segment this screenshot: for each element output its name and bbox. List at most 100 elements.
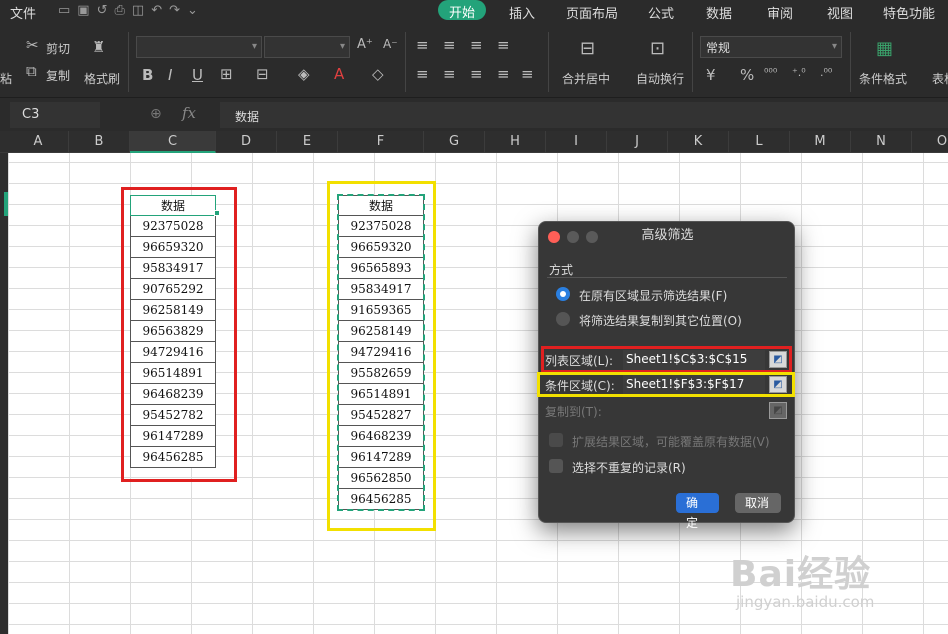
align-center-icon[interactable]: ≡ bbox=[443, 65, 456, 83]
baidu-watermark: Bai经验 jingyan.baidu.com bbox=[730, 545, 874, 611]
unique-records-checkbox[interactable] bbox=[549, 459, 563, 473]
align-top-icon[interactable]: ≡ bbox=[416, 36, 429, 54]
number-format-select[interactable]: 常规 ▾ bbox=[700, 36, 842, 58]
column-header-i[interactable]: I bbox=[546, 131, 607, 153]
orientation-icon[interactable]: ≡ bbox=[497, 36, 510, 54]
column-header-g[interactable]: G bbox=[424, 131, 485, 153]
column-header-n[interactable]: N bbox=[851, 131, 912, 153]
tab-special[interactable]: 特色功能 bbox=[883, 3, 935, 22]
font-color-icon[interactable]: A bbox=[334, 65, 344, 83]
italic-icon[interactable]: I bbox=[168, 66, 172, 84]
bold-icon[interactable]: B bbox=[142, 66, 153, 84]
column-header-m[interactable]: M bbox=[790, 131, 851, 153]
tab-review[interactable]: 审阅 bbox=[767, 3, 793, 22]
unique-records-label[interactable]: 选择不重复的记录(R) bbox=[572, 459, 686, 476]
ribbon-divider bbox=[850, 32, 851, 92]
table-style-button[interactable]: 表格 bbox=[932, 70, 948, 87]
increase-decimal-icon[interactable]: ⁺.⁰ bbox=[792, 66, 806, 79]
font-family-select[interactable]: ▾ bbox=[136, 36, 262, 58]
conditional-format-icon: ▦ bbox=[876, 38, 894, 59]
chevron-down-icon: ▾ bbox=[251, 41, 257, 52]
copy-to-row: 复制到(T): ◩ bbox=[543, 399, 788, 423]
column-header-c[interactable]: C bbox=[130, 131, 216, 153]
chevron-down-icon[interactable]: ⌄ bbox=[187, 3, 198, 18]
column-header-j[interactable]: J bbox=[607, 131, 668, 153]
column-header-k[interactable]: K bbox=[668, 131, 729, 153]
paste-button[interactable]: 粘 bbox=[0, 70, 12, 87]
underline-icon[interactable]: U bbox=[192, 66, 203, 84]
tab-home[interactable]: 开始 bbox=[438, 0, 487, 21]
eraser-icon[interactable]: ◇ bbox=[372, 65, 384, 83]
undo-icon[interactable]: ↶ bbox=[151, 3, 162, 18]
mode-label: 方式 bbox=[549, 263, 574, 277]
tab-view[interactable]: 视图 bbox=[827, 3, 853, 22]
tab-formulas[interactable]: 公式 bbox=[648, 3, 674, 22]
redo-icon[interactable]: ↷ bbox=[169, 3, 180, 18]
ribbon-divider bbox=[548, 32, 549, 92]
copy-button[interactable]: 复制 bbox=[46, 67, 70, 84]
menu-file[interactable]: 文件 bbox=[10, 3, 36, 22]
column-header-f[interactable]: F bbox=[338, 131, 424, 153]
option-copy-label[interactable]: 将筛选结果复制到其它位置(O) bbox=[579, 312, 742, 329]
format-painter-button[interactable]: 格式刷 bbox=[84, 70, 120, 87]
range-picker-icon: ◩ bbox=[769, 402, 787, 419]
ribbon-divider bbox=[405, 32, 406, 92]
ribbon-divider bbox=[692, 32, 693, 92]
column-header-h[interactable]: H bbox=[485, 131, 546, 153]
wrap-text-button[interactable]: 自动换行 bbox=[636, 70, 684, 87]
merge-icon: ⊟ bbox=[580, 38, 596, 59]
currency-icon[interactable]: ¥ bbox=[706, 66, 716, 84]
cut-button[interactable]: 剪切 bbox=[46, 40, 70, 57]
column-header-d[interactable]: D bbox=[216, 131, 277, 153]
align-right-icon[interactable]: ≡ bbox=[470, 65, 483, 83]
column-header-o[interactable]: O bbox=[912, 131, 948, 153]
zoom-icon[interactable]: ⊕ bbox=[150, 106, 162, 122]
outdent-icon[interactable]: ≡ bbox=[521, 65, 534, 83]
copy-icon: ⧉ bbox=[26, 62, 37, 80]
align-middle-icon[interactable]: ≡ bbox=[443, 36, 456, 54]
font-size-select[interactable]: ▾ bbox=[264, 36, 350, 58]
decrease-font-icon[interactable]: A⁻ bbox=[383, 37, 398, 51]
export-icon[interactable]: ↺ bbox=[97, 3, 108, 18]
preview-icon[interactable]: ◫ bbox=[132, 3, 144, 18]
print-icon[interactable]: ⎙ bbox=[115, 3, 125, 18]
conditional-format-button[interactable]: 条件格式 bbox=[859, 70, 907, 87]
align-bottom-icon[interactable]: ≡ bbox=[470, 36, 483, 54]
formula-input[interactable]: 数据 bbox=[220, 102, 948, 128]
column-header-e[interactable]: E bbox=[277, 131, 338, 153]
indent-icon[interactable]: ≡ bbox=[497, 65, 510, 83]
name-box[interactable]: C3 bbox=[10, 102, 100, 128]
option-in-place-label[interactable]: 在原有区域显示筛选结果(F) bbox=[579, 287, 727, 304]
radio-copy-elsewhere[interactable] bbox=[556, 312, 570, 326]
folder-icon[interactable]: ▭ bbox=[58, 3, 70, 18]
formula-bar: C3 ⊕ fx 数据 bbox=[0, 100, 948, 130]
column-header-a[interactable]: A bbox=[8, 131, 69, 153]
cell-style-icon[interactable]: ⊟ bbox=[256, 65, 269, 83]
fx-icon[interactable]: fx bbox=[182, 104, 196, 122]
column-header-b[interactable]: B bbox=[69, 131, 130, 153]
divider bbox=[547, 277, 787, 278]
cancel-button[interactable]: 取消 bbox=[735, 493, 781, 513]
thousands-icon[interactable]: ⁰⁰⁰ bbox=[764, 66, 777, 79]
column-header-l[interactable]: L bbox=[729, 131, 790, 153]
save-icon[interactable]: ▣ bbox=[77, 3, 89, 18]
align-left-icon[interactable]: ≡ bbox=[416, 65, 429, 83]
chevron-down-icon: ▾ bbox=[339, 41, 345, 52]
merge-center-button[interactable]: 合并居中 bbox=[562, 70, 610, 87]
percent-icon[interactable]: % bbox=[740, 66, 754, 84]
fill-color-icon[interactable]: ◈ bbox=[298, 65, 310, 83]
criteria-range-highlight bbox=[327, 181, 436, 531]
expand-checkbox bbox=[549, 433, 563, 447]
decrease-decimal-icon[interactable]: .⁰⁰ bbox=[820, 66, 832, 79]
copy-to-label: 复制到(T): bbox=[545, 405, 602, 419]
list-range-highlight bbox=[121, 187, 237, 482]
tab-page-layout[interactable]: 页面布局 bbox=[566, 3, 618, 22]
increase-font-icon[interactable]: A⁺ bbox=[357, 37, 373, 52]
chevron-down-icon: ▾ bbox=[831, 41, 837, 52]
scissors-icon: ✂ bbox=[26, 36, 39, 54]
tab-insert[interactable]: 插入 bbox=[509, 3, 535, 22]
tab-data[interactable]: 数据 bbox=[706, 3, 732, 22]
radio-in-place[interactable] bbox=[556, 287, 570, 301]
ok-button[interactable]: 确定 bbox=[676, 493, 719, 530]
border-icon[interactable]: ⊞ bbox=[220, 65, 233, 83]
